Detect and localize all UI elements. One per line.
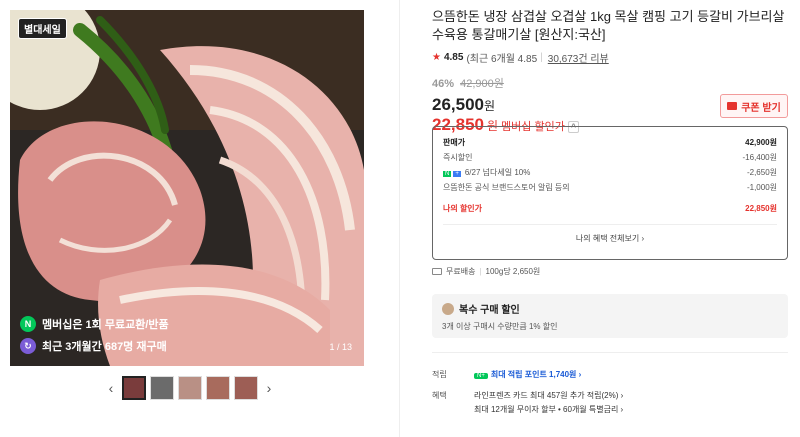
coupon-label: 쿠폰 받기 — [741, 102, 781, 114]
chevron-left-icon[interactable]: ‹ — [104, 380, 118, 396]
breakdown-value: -1,000원 — [746, 183, 777, 192]
rating-value: 4.85 — [443, 52, 464, 63]
discount-icon — [442, 302, 454, 315]
membership-icon: N — [20, 316, 36, 332]
breakdown-divider — [443, 224, 777, 225]
naver-badge-icon: N — [443, 171, 452, 177]
product-gallery: 별대세일 N 멤버십은 1회 무료교환/반품 ↻ 최근 3개월간 687명 재구… — [0, 0, 400, 437]
points-text: 최대 적립 포인트 1,740원 › — [490, 370, 582, 379]
thumbnail-5[interactable] — [234, 376, 258, 400]
main-product-image[interactable]: 별대세일 N 멤버십은 1회 무료교환/반품 ↻ 최근 3개월간 687명 재구… — [10, 10, 364, 366]
breakdown-label: 판매가 — [443, 138, 466, 147]
coupon-button[interactable]: 쿠폰 받기 — [720, 94, 788, 118]
breakdown-row: 판매가 42,900원 — [443, 135, 777, 150]
benefits-label: 혜택 — [432, 391, 447, 400]
plus-badge-icon: + — [453, 171, 461, 177]
original-price: 42,900원 — [460, 78, 504, 90]
repurchase-note: ↻ 최근 3개월간 687명 재구매 — [20, 338, 167, 354]
my-price-value: 22,850원 — [745, 204, 777, 213]
image-counter: 1 / 13 — [329, 342, 352, 352]
card-benefit[interactable]: 라인프렌즈 카드 최대 457원 추가 적립(2%) › — [474, 390, 623, 401]
membership-return-text: 멤버십은 1회 무료교환/반품 — [42, 319, 169, 331]
breakdown-label-text: 6/27 넘다세일 10% — [464, 168, 531, 177]
thumbnail-1[interactable] — [122, 376, 146, 400]
discount-percent: 46% — [432, 78, 455, 90]
points-value[interactable]: N+ 최대 적립 포인트 1,740원 › — [474, 369, 581, 380]
truck-icon — [432, 268, 442, 275]
discount-line: 46% 42,900원 — [432, 75, 792, 91]
all-benefits-link[interactable]: 나의 혜택 전체보기 › — [443, 233, 777, 244]
my-price-label: 나의 할인가 — [443, 204, 483, 213]
product-title: 으뜸한돈 냉장 삼겹살 오겹살 1kg 목살 캠핑 고기 등갈비 가브리살 수육… — [432, 9, 785, 42]
breakdown-row: 으뜸한돈 공식 브랜드스토어 알림 등의 -1,000원 — [443, 180, 777, 195]
breakdown-label: 으뜸한돈 공식 브랜드스토어 알림 등의 — [443, 183, 570, 192]
rating-row: ★ 4.85 (최근 6개월 4.85 | 30,673건 리뷰 — [432, 50, 792, 65]
breakdown-value: 42,900원 — [745, 138, 777, 147]
breakdown-label: 즉시할인 — [443, 153, 473, 162]
multi-buy-title-text: 복수 구매 할인 — [459, 305, 520, 316]
unit-price: 100g당 2,650원 — [485, 267, 541, 276]
rating-divider: | — [540, 52, 543, 63]
sale-badge: 별대세일 — [18, 18, 67, 39]
thumbnail-4[interactable] — [206, 376, 230, 400]
free-shipping: 무료배송 — [446, 267, 476, 276]
membership-return-note: N 멤버십은 1회 무료교환/반품 — [20, 316, 169, 332]
breakdown-row: N +6/27 넘다세일 10% -2,650원 — [443, 165, 777, 180]
rating-recent: (최근 6개월 4.85 — [466, 54, 538, 65]
npay-badge-icon: N+ — [474, 373, 488, 379]
my-price-row: 나의 할인가 22,850원 — [443, 201, 777, 216]
breakdown-value: -2,650원 — [746, 168, 777, 177]
points-label: 적립 — [432, 370, 447, 379]
shipping-divider: | — [479, 267, 482, 276]
review-count-link[interactable]: 30,673건 리뷰 — [548, 50, 609, 65]
breakdown-label: N +6/27 넘다세일 10% — [443, 167, 530, 178]
thumbnail-3[interactable] — [178, 376, 202, 400]
section-divider — [432, 352, 788, 353]
multi-buy-discount: 복수 구매 할인 3개 이상 구매시 수량만큼 1% 할인 — [432, 294, 788, 338]
sale-price-unit: 원 — [484, 99, 496, 113]
meat-photo — [10, 10, 364, 366]
shipping-info: 무료배송 | 100g당 2,650원 — [432, 266, 540, 277]
repurchase-icon: ↻ — [20, 338, 36, 354]
chevron-right-icon[interactable]: › — [262, 380, 276, 396]
repurchase-text: 최근 3개월간 687명 재구매 — [42, 341, 167, 353]
thumbnail-strip: ‹ › — [104, 376, 276, 400]
star-icon: ★ — [432, 52, 441, 63]
installment-benefit[interactable]: 최대 12개월 무이자 할부 • 60개월 특별금리 › — [474, 404, 623, 415]
multi-buy-desc: 3개 이상 구매시 수량만큼 1% 할인 — [442, 322, 558, 331]
sale-price-value: 26,500 — [432, 95, 484, 114]
multi-buy-title: 복수 구매 할인 — [442, 301, 778, 316]
coupon-icon — [727, 102, 738, 110]
thumbnail-2[interactable] — [150, 376, 174, 400]
price-breakdown: 판매가 42,900원 즉시할인 -16,400원 N +6/27 넘다세일 10… — [432, 126, 788, 260]
breakdown-row: 즉시할인 -16,400원 — [443, 150, 777, 165]
breakdown-value: -16,400원 — [742, 153, 778, 162]
